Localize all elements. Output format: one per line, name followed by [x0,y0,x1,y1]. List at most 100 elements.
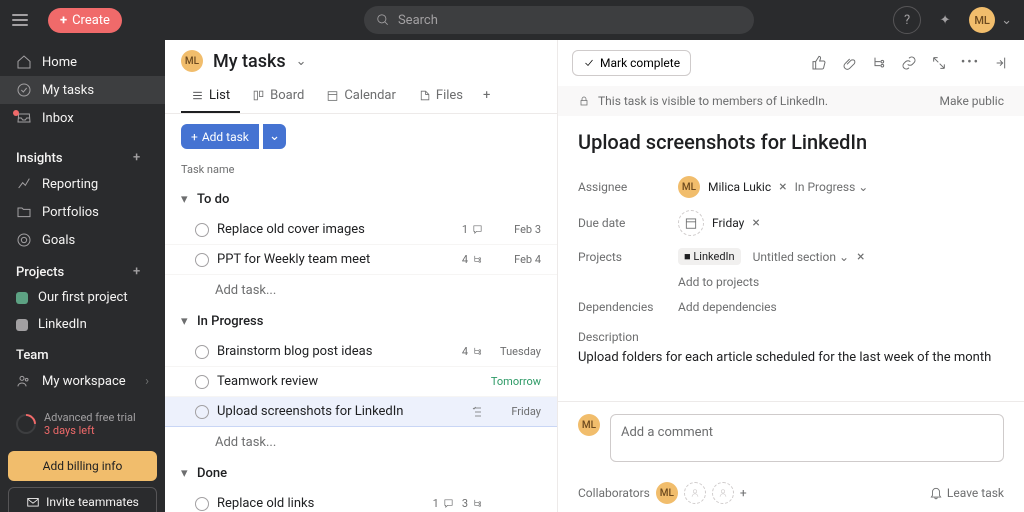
tab-files[interactable]: Files [408,80,473,113]
collaborators-label: Collaborators [578,486,650,500]
plus-icon[interactable]: + [133,264,149,280]
add-collab-icon[interactable] [684,482,706,504]
subtask-icon [472,346,483,357]
duedate-label: Due date [578,216,678,230]
task-name: Brainstorm blog post ideas [217,344,454,359]
chevron-right-icon: › [145,374,149,389]
nav-portfolios[interactable]: Portfolios [0,198,165,226]
nav-goals[interactable]: Goals [0,226,165,254]
target-icon [16,232,32,248]
search-input[interactable]: Search [364,6,754,34]
section-select[interactable]: Untitled section ⌄ [753,250,849,264]
link-icon[interactable] [901,55,917,71]
column-header: Task name [165,159,557,184]
add-collab-icon[interactable] [712,482,734,504]
menu-toggle[interactable] [12,8,36,32]
insights-header[interactable]: Insights+ [0,140,165,170]
section-header[interactable]: ▾In Progress [165,306,557,337]
more-icon[interactable]: ••• [961,55,980,71]
complete-checkbox[interactable] [195,345,209,359]
page-avatar: ML [181,50,203,72]
comment-input[interactable]: Add a comment [610,414,1004,462]
plus-icon[interactable]: + [133,150,149,166]
nav-inbox[interactable]: Inbox [0,104,165,132]
chevron-down-icon[interactable]: ⌄ [1001,13,1012,28]
nav-reporting[interactable]: Reporting [0,170,165,198]
task-row[interactable]: Teamwork reviewTomorrow [165,367,557,397]
make-public-link[interactable]: Make public [939,94,1004,108]
description-text[interactable]: Upload folders for each article schedule… [578,350,1004,365]
attachment-icon[interactable] [841,55,857,71]
create-button[interactable]: +Create [48,8,122,33]
collapse-icon: ▾ [181,466,191,481]
add-tab-button[interactable]: + [475,80,498,113]
add-task-button[interactable]: + Add task [181,124,259,149]
projects-header[interactable]: Projects+ [0,254,165,284]
task-row[interactable]: Replace old links1 3 [165,489,557,512]
chevron-down-icon[interactable]: ⌄ [296,54,307,69]
assignee-name[interactable]: Milica Lukic [708,180,771,194]
project-first[interactable]: Our first project [0,284,165,311]
close-panel-icon[interactable] [994,55,1010,71]
remove-assignee[interactable]: × [779,179,786,195]
board-icon [252,89,265,102]
complete-checkbox[interactable] [195,497,209,511]
invite-button[interactable]: Invite teammates [8,487,157,512]
search-placeholder: Search [398,13,438,28]
like-icon[interactable] [811,55,827,71]
add-collab-button[interactable]: + [740,486,747,500]
duedate-value[interactable]: Friday [712,216,744,230]
project-linkedin[interactable]: LinkedIn [0,311,165,338]
complete-checkbox[interactable] [195,223,209,237]
upgrade-icon[interactable]: ✦ [931,6,959,34]
subtask-count: 3 [462,497,483,510]
progress-ring-icon [12,410,40,438]
help-icon[interactable]: ? [893,6,921,34]
section-header[interactable]: ▾To do [165,184,557,215]
project-tag[interactable]: ■ LinkedIn [678,248,741,265]
user-avatar[interactable]: ML [969,7,995,33]
subtask-icon[interactable] [871,55,887,71]
status-select[interactable]: In Progress ⌄ [795,180,869,194]
subtask-count: 4 [462,253,483,266]
mail-icon [26,495,40,509]
calendar-icon [326,89,339,102]
remove-duedate[interactable]: × [752,215,759,231]
nav-home[interactable]: Home [0,48,165,76]
add-task-dropdown[interactable]: ⌄ [263,124,286,149]
add-task-inline[interactable]: Add task... [165,275,557,306]
complete-checkbox[interactable] [195,253,209,267]
collab-avatar[interactable]: ML [656,482,678,504]
remove-project[interactable]: × [857,249,864,265]
folder-icon [16,204,32,220]
collapse-icon: ▾ [181,192,191,207]
task-row[interactable]: Brainstorm blog post ideas4 Tuesday [165,337,557,367]
complete-checkbox[interactable] [195,405,209,419]
add-deps-link[interactable]: Add dependencies [678,300,777,314]
team-header[interactable]: Team [0,338,165,367]
mark-complete-button[interactable]: Mark complete [572,50,691,76]
section-header[interactable]: ▾Done [165,458,557,489]
nav-my-tasks[interactable]: My tasks [0,76,165,104]
tab-list[interactable]: List [181,80,240,113]
assignee-avatar: ML [678,176,700,198]
task-row[interactable]: PPT for Weekly team meet4 Feb 4 [165,245,557,275]
task-row[interactable]: Upload screenshots for LinkedInFriday [165,397,557,427]
chart-icon [16,176,32,192]
home-icon [16,54,32,70]
task-date: Friday [491,405,541,418]
complete-checkbox[interactable] [195,375,209,389]
add-task-inline[interactable]: Add task... [165,427,557,458]
calendar-icon[interactable] [678,210,704,236]
assignee-label: Assignee [578,180,678,194]
nav-workspace[interactable]: My workspace› [0,367,165,395]
task-row[interactable]: Replace old cover images1 Feb 3 [165,215,557,245]
task-title[interactable]: Upload screenshots for LinkedIn [578,130,1004,154]
add-projects-link[interactable]: Add to projects [678,275,759,289]
leave-task-button[interactable]: Leave task [929,486,1004,500]
expand-icon[interactable] [931,55,947,71]
section-name: In Progress [197,314,263,329]
tab-board[interactable]: Board [242,80,314,113]
tab-calendar[interactable]: Calendar [316,80,406,113]
billing-button[interactable]: Add billing info [8,451,157,481]
